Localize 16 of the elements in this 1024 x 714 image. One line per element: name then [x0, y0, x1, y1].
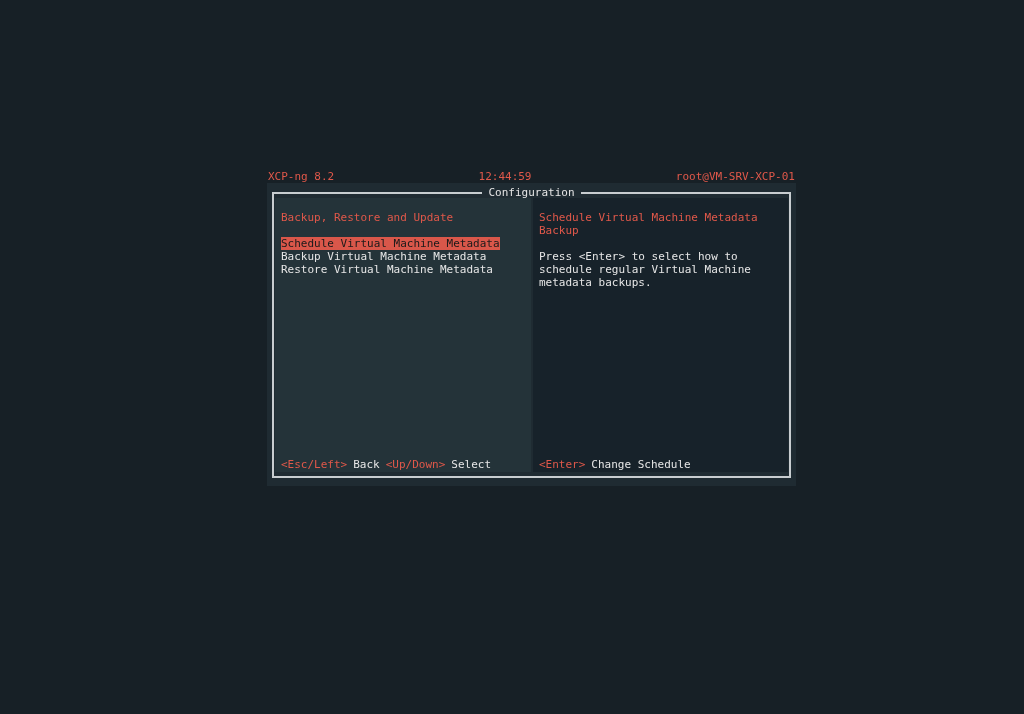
- pane-heading: Schedule Virtual Machine Metadata Backup: [539, 211, 759, 237]
- hint-label: Back: [353, 458, 380, 472]
- key-hint: <Enter>: [539, 458, 586, 472]
- description-text: Press <Enter> to select how to schedule regular Virtual Machine metadata backups.: [539, 250, 752, 289]
- dialog-title: Configuration: [487, 187, 576, 198]
- menu-item[interactable]: Backup Virtual Machine Metadata: [281, 250, 487, 263]
- product-name: XCP-ng 8.2: [268, 170, 335, 183]
- clock-time: 12:44:59: [478, 170, 532, 183]
- key-hint: <Esc/Left>: [281, 458, 348, 472]
- pane-heading: Backup, Restore and Update: [281, 211, 455, 224]
- key-hint: <Up/Down>: [385, 458, 446, 472]
- menu-item[interactable]: Restore Virtual Machine Metadata: [281, 263, 493, 276]
- hint-label: Select: [451, 458, 492, 472]
- menu-item[interactable]: Schedule Virtual Machine Metadata: [281, 237, 500, 250]
- hint-label: Change Schedule: [591, 458, 691, 472]
- host-name: root@VM-SRV-XCP-01: [675, 170, 795, 183]
